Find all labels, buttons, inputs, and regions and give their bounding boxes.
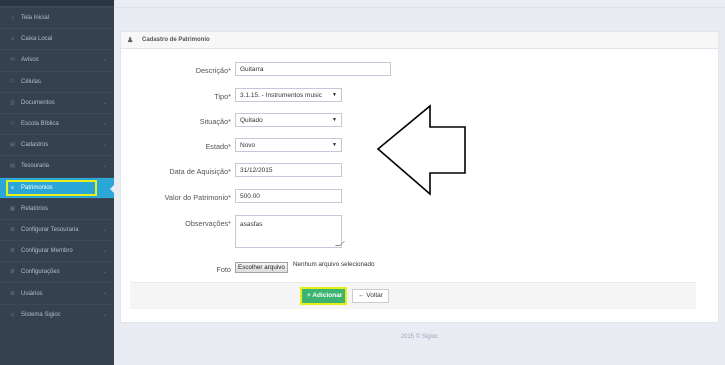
estado-select-value: Novo [240,142,256,149]
arrow-shape [376,104,466,196]
panel-title: Cadastro de Patrimonio [142,37,210,43]
foto-label: Foto [216,265,231,274]
list-icon: ≡ [10,36,15,43]
money-icon: ▤ [9,163,16,170]
situacao-select[interactable]: Quitado ▼ [235,113,342,127]
descricao-label: Descrição* [195,66,231,75]
chevron-down-icon: ⌄ [102,120,107,127]
sidebar-item-label: Caixa Local [21,36,53,43]
sidebar-item-documentos[interactable]: ⎙ Documentos ⌄ [0,91,114,113]
chevron-down-icon: ⌄ [102,163,107,170]
observacoes-value: asasfas [240,221,263,228]
card-icon: ▤ [9,142,16,149]
chevron-down-icon: ▼ [332,117,337,123]
sidebar-item-avisos[interactable]: ✉ Avisos ⌄ [0,49,114,70]
valor-input[interactable]: 500.00 [235,189,342,203]
sidebar: ⌂ Tela Inicial ≡ Caixa Local ✉ Avisos ⌄ ⚇ Célula… [0,0,115,365]
top-divider [114,7,725,8]
sidebar-item-label: Células [21,78,42,85]
sidebar-item-label: Configurar Tesouraria [21,226,79,233]
chevron-down-icon: ⌄ [102,226,107,233]
sidebar-item-label: Tesouraria [21,163,50,170]
sidebar-item-caixa-local[interactable]: ≡ Caixa Local [0,28,114,49]
sidebar-item-label: Relatórios [21,205,49,212]
report-icon: ▦ [9,205,16,212]
sidebar-item-relatorios[interactable]: ▦ Relatórios [0,197,114,219]
tipo-label: Tipo* [214,92,231,101]
resize-grip-icon[interactable] [335,241,345,246]
group-icon: ⚇ [10,121,15,128]
sidebar-item-tesouraria[interactable]: ▤ Tesouraria ⌄ [0,155,114,176]
gear-icon: ⚙ [10,290,15,297]
sidebar-item-escola-biblica[interactable]: ⚇ Escola Bíblica ⌄ [0,112,114,134]
footer-copyright: 2015 © Sigioc [400,334,439,340]
chevron-down-icon: ▼ [332,142,337,148]
data-aquisicao-label: Data de Aquisição* [169,167,231,176]
observacoes-textarea[interactable]: asasfas [235,215,345,248]
sidebar-item-configurar-tesouraria[interactable]: ⚙ Configurar Tesouraria ⌄ [0,218,114,240]
sidebar-item-label: Documentos [21,99,55,106]
sidebar-item-label: Avisos [21,57,39,64]
estado-select[interactable]: Novo ▼ [235,138,342,152]
user-icon: ♟ [127,36,134,44]
envelope-icon: ✉ [10,57,15,64]
sidebar-item-configurar-membro[interactable]: ⚙ Configurar Membro ⌄ [0,240,114,261]
gear-icon: ⚙ [10,269,15,276]
estado-label: Estado* [205,142,231,151]
sidebar-item-patrimonios[interactable]: ≡ Patrimonios [0,176,115,198]
document-icon: ⎙ [10,99,15,106]
chevron-down-icon: ⌄ [102,290,107,297]
file-status-text: Nenhum arquivo selecionado [293,261,375,268]
back-button[interactable]: ← Voltar [352,289,389,303]
sidebar-item-sistema-sigioc[interactable]: ≡ Sistema Sigioc ⌄ [0,303,114,325]
choose-file-button[interactable]: Escolher arquivo [235,262,288,273]
sidebar-item-label: Configurações [21,269,60,276]
panel-header: ♟ Cadastro de Patrimonio [121,32,718,49]
sidebar-item-label: Usiários [21,290,43,297]
chevron-down-icon: ⌄ [102,99,107,106]
chevron-down-icon: ⌄ [102,311,107,318]
situacao-select-value: Quitado [240,117,263,124]
annotation-arrow-icon [376,104,466,196]
chevron-down-icon: ▼ [332,92,337,98]
sidebar-item-label: Escola Bíblica [21,121,59,128]
sidebar-item-label: Configurar Membro [21,248,73,255]
tipo-select[interactable]: 3.1.15. - Instrumentos music ▼ [235,88,342,102]
valor-label: Valor do Patrimonio* [164,193,231,202]
sidebar-item-tela-inicial[interactable]: ⌂ Tela Inicial [0,7,114,28]
sidebar-menu: ⌂ Tela Inicial ≡ Caixa Local ✉ Avisos ⌄ ⚇ Célula… [0,7,115,325]
gear-icon: ⚙ [10,248,15,255]
home-icon: ⌂ [10,15,15,22]
users-icon: ⚇ [10,78,15,85]
sidebar-top-bar [0,0,114,7]
sidebar-item-label: Tela Inicial [21,15,50,22]
sidebar-item-label: Sistema Sigioc [21,311,61,318]
descricao-input[interactable]: Guitarra [235,62,391,76]
situacao-label: Situação* [199,117,231,126]
sidebar-item-cadastros[interactable]: ▤ Cadastros ⌄ [0,134,114,155]
list-icon: ≡ [10,311,15,318]
chevron-down-icon: ⌄ [102,248,107,255]
sidebar-item-usiarios[interactable]: ⚙ Usiários ⌄ [0,282,114,303]
data-aquisicao-input[interactable]: 31/12/2015 [235,163,342,177]
sidebar-item-configuracoes[interactable]: ⚙ Configurações ⌄ [0,261,114,282]
sidebar-item-label: Cadastros [21,142,49,149]
add-button-highlight [300,287,347,305]
form-actions-bar: + Adicionar ← Voltar [130,282,696,309]
chevron-down-icon: ⌄ [102,269,107,276]
chevron-down-icon: ⌄ [102,57,107,64]
active-item-highlight [6,179,97,196]
observacoes-label: Observações* [185,219,231,228]
sidebar-item-celulas[interactable]: ⚇ Células [0,70,114,92]
tipo-select-value: 3.1.15. - Instrumentos music [240,92,323,99]
gear-icon: ⚙ [10,226,15,233]
chevron-down-icon: ⌄ [102,142,107,149]
